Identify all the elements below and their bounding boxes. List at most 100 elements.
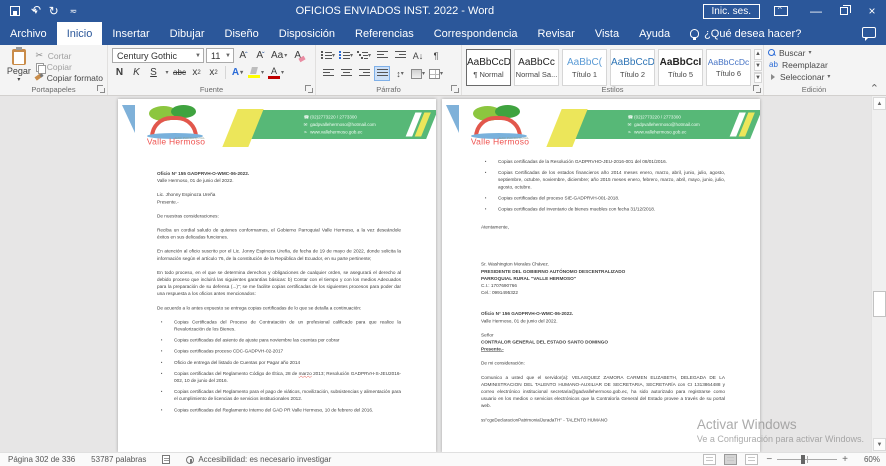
vertical-scrollbar[interactable]: ▲ ▼ (871, 96, 886, 452)
justify-button[interactable] (374, 66, 390, 81)
find-button[interactable]: Buscar▾ (768, 47, 860, 58)
paragraph-row-2: ↕▾ ▾ ▾ (320, 66, 457, 81)
decrease-indent-button[interactable] (374, 48, 390, 63)
font-color-button[interactable]: A▾ (267, 65, 285, 80)
group-label-estilos: Estilos (462, 84, 763, 95)
read-mode-view-icon[interactable] (703, 454, 716, 465)
clipboard-dialog-launcher-icon[interactable] (97, 85, 105, 93)
web-layout-view-icon[interactable] (745, 454, 758, 465)
cut-button[interactable]: ✂Cortar (34, 50, 103, 61)
style-titulo-1[interactable]: AaBbC( Título 1 (562, 49, 607, 86)
style-titulo-5[interactable]: AaBbCcI Título 5 (658, 49, 703, 86)
zoom-slider[interactable] (777, 459, 837, 460)
comments-icon[interactable] (862, 27, 876, 38)
tab-dibujar[interactable]: Dibujar (160, 22, 215, 45)
align-left-button[interactable] (320, 66, 336, 81)
replace-button[interactable]: abReemplazar (768, 59, 860, 70)
zoom-out-icon[interactable]: − (766, 455, 772, 465)
select-button[interactable]: Seleccionar▾ (768, 71, 860, 82)
format-painter-button[interactable]: Copiar formato (34, 73, 103, 83)
align-right-button[interactable] (356, 66, 372, 81)
styles-dialog-launcher-icon[interactable] (753, 85, 761, 93)
tab-referencias[interactable]: Referencias (345, 22, 424, 45)
bold-button[interactable]: N (112, 65, 127, 80)
tab-inicio[interactable]: Inicio (57, 22, 103, 45)
tab-revisar[interactable]: Revisar (528, 22, 585, 45)
increase-indent-button[interactable] (392, 48, 408, 63)
accessibility-status[interactable]: Accesibilidad: es necesario investigar (186, 455, 331, 464)
list-item: Copias certificadas de la Resolución GAD… (481, 158, 725, 165)
paste-button[interactable]: Pegar ▾ (4, 48, 34, 83)
underline-button[interactable]: S (146, 65, 161, 80)
borders-button[interactable]: ▾ (428, 66, 444, 81)
group-fuente: Century Gothic▼ 11▼ A A Aa▾ A N K S ▾ ab… (108, 45, 316, 95)
proofing-status[interactable] (162, 455, 170, 464)
superscript-button[interactable]: x2 (206, 65, 221, 80)
scroll-up-icon[interactable]: ▲ (873, 97, 886, 110)
style-normal-sa[interactable]: AaBbCc Normal Sa... (514, 49, 559, 86)
document-area[interactable]: GAD PARROQUIAL Valle Hermoso ☎(02)277322… (0, 96, 886, 452)
styles-scroll-down-icon[interactable]: ▼ (754, 61, 762, 72)
scroll-down-icon[interactable]: ▼ (873, 438, 886, 451)
change-case-button[interactable]: Aa▾ (270, 48, 288, 63)
clear-formatting-button[interactable]: A (290, 48, 305, 63)
tab-vista[interactable]: Vista (585, 22, 629, 45)
close-button[interactable]: × (858, 0, 886, 22)
zoom-in-icon[interactable]: + (842, 455, 848, 465)
letterhead-triangle (122, 105, 135, 133)
customize-qat-icon[interactable]: ≂ (70, 5, 78, 17)
undo-icon[interactable]: ↶▾ (31, 4, 38, 19)
addressee-presente-link[interactable]: Presente.- (481, 346, 725, 353)
text-effects-button[interactable]: A▾ (230, 65, 245, 80)
font-dialog-launcher-icon[interactable] (305, 85, 313, 93)
subscript-button[interactable]: x2 (189, 65, 204, 80)
print-layout-view-icon[interactable] (724, 454, 737, 465)
font-size-combobox[interactable]: 11▼ (206, 48, 234, 63)
valle-hermoso-logo: GAD PARROQUIAL Valle Hermoso (143, 105, 209, 148)
tab-disposicion[interactable]: Disposición (269, 22, 345, 45)
align-center-button[interactable] (338, 66, 354, 81)
zoom-percentage[interactable]: 60% (856, 455, 880, 464)
shrink-font-button[interactable]: A (253, 48, 268, 63)
paste-dropdown-icon[interactable]: ▾ (17, 76, 20, 83)
ribbon-display-options-icon[interactable] (774, 6, 788, 16)
underline-dropdown-icon[interactable]: ▾ (163, 65, 170, 80)
styles-gallery-expand-icon[interactable]: ▼ (754, 72, 762, 83)
page-indicator[interactable]: Página 302 de 336 (8, 455, 75, 464)
style-titulo-6[interactable]: AaBbCcDc Título 6 (706, 49, 751, 86)
tab-archivo[interactable]: Archivo (0, 22, 57, 45)
show-paragraph-marks-button[interactable]: ¶ (428, 48, 444, 63)
save-icon[interactable] (10, 6, 20, 16)
font-name-combobox[interactable]: Century Gothic▼ (112, 48, 204, 63)
tab-correspondencia[interactable]: Correspondencia (424, 22, 528, 45)
tab-diseno[interactable]: Diseño (215, 22, 269, 45)
style-normal[interactable]: AaBbCcD ¶ Normal (466, 49, 511, 86)
paragraph-dialog-launcher-icon[interactable] (451, 85, 459, 93)
sign-in-button[interactable]: Inic. ses. (703, 4, 760, 19)
styles-scroll-up-icon[interactable]: ▲ (754, 49, 762, 60)
numbering-button[interactable]: ▾ (338, 48, 354, 63)
shading-button[interactable]: ▾ (410, 66, 426, 81)
zoom-slider-thumb[interactable] (801, 455, 805, 464)
multilevel-list-button[interactable]: ▾ (356, 48, 372, 63)
sort-button[interactable]: A↓ (410, 48, 426, 63)
tell-me-search[interactable]: ¿Qué desea hacer? (680, 22, 811, 45)
copy-button[interactable]: Copiar (34, 62, 103, 72)
tab-ayuda[interactable]: Ayuda (629, 22, 680, 45)
strikethrough-button[interactable]: abc (172, 65, 187, 80)
scrollbar-thumb[interactable] (873, 291, 886, 317)
document-page-2[interactable]: GAD PARROQUIAL Valle Hermoso ☎(02)277322… (442, 99, 760, 452)
minimize-button[interactable]: — (802, 0, 830, 22)
collapse-ribbon-icon[interactable]: ⌃ (870, 84, 879, 94)
restore-button[interactable] (830, 0, 858, 22)
text-highlight-button[interactable]: ▾ (247, 65, 265, 80)
style-titulo-2[interactable]: AaBbCcD Título 2 (610, 49, 655, 86)
bullets-button[interactable]: ▾ (320, 48, 336, 63)
grow-font-button[interactable]: A (236, 48, 251, 63)
italic-button[interactable]: K (129, 65, 144, 80)
line-spacing-button[interactable]: ↕▾ (392, 66, 408, 81)
redo-icon[interactable]: ↻ (49, 5, 59, 17)
tab-insertar[interactable]: Insertar (102, 22, 159, 45)
word-count[interactable]: 53787 palabras (91, 455, 146, 464)
document-page-1[interactable]: GAD PARROQUIAL Valle Hermoso ☎(02)277322… (118, 99, 436, 452)
